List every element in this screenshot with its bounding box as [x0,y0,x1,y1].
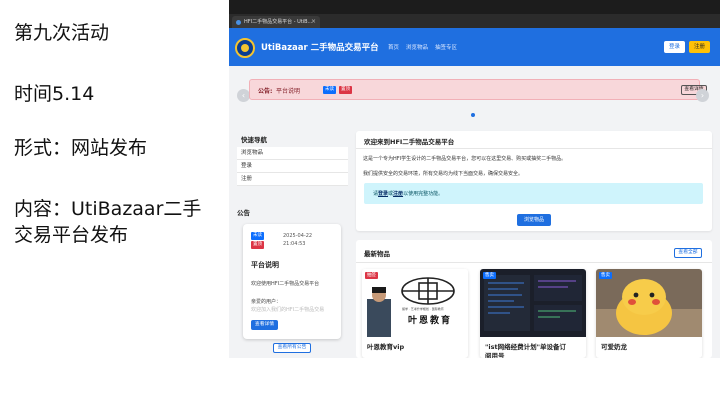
product-tag: 售卖 [599,272,612,279]
website-screenshot: HFI二手物品交易平台 - UtiB... × UtiBazaar 二手物品交易… [229,0,720,358]
notice-pinned-badge: 置顶 [251,241,264,249]
announcement-carousel: 公告: 平台说明 未读 置顶 查看详情 [249,79,707,100]
site-logo-icon[interactable] [235,38,255,58]
alert-register-link[interactable]: 注册 [393,191,403,197]
tab-title: HFI二手物品交易平台 - UtiB... [244,19,313,25]
latest-items-title: 最新物品 [364,250,390,258]
quick-nav-title: 快速导航 [241,136,267,144]
browser-chrome [229,0,720,14]
carousel-next-icon[interactable]: › [696,89,709,102]
notice-body-line: 欢迎加入我们的HFI二手物品交易 [251,307,325,313]
sidebar-item-register[interactable]: 注册 [237,173,348,186]
sidebar: 快速导航 浏览物品 登录 注册 [237,131,348,186]
nav-link-lottery[interactable]: 抽签专区 [435,43,457,51]
sidebar-item-browse[interactable]: 浏览物品 [237,147,348,160]
close-icon[interactable]: × [311,16,316,28]
product-logo-caption: 叶恩教育 [408,316,453,326]
notice-date: 2025-04-22 [283,233,313,239]
product-image [362,269,468,337]
welcome-paragraph: 这是一个专为HFI学生设计的二手物品交易平台，您可以在这里交易、购买或抽奖二手物… [363,156,567,162]
alert-login-link[interactable]: 登录 [378,191,388,197]
welcome-title: 欢迎来到HFI二手物品交易平台 [364,138,455,146]
register-button[interactable]: 注册 [689,41,710,53]
product-card[interactable]: 售卖 "ist网络经费计划"单设备订 阅用号 [480,269,586,358]
slide-text-panel: 第九次活动 时间5.14 形式：网站发布 内容：UtiBazaar二手交易平台发… [0,0,228,405]
slide-title: 第九次活动 [14,22,110,44]
carousel-indicator[interactable] [471,113,475,117]
product-image [596,269,702,337]
welcome-paragraph: 我们提供安全的交易环境，所有交易均为线下当面交易，确保交易安全。 [363,171,524,177]
site-navbar: UtiBazaar 二手物品交易平台 首页 浏览物品 抽签专区 登录 注册 [229,28,720,66]
product-card[interactable]: 售卖 可爱奶龙 [596,269,702,358]
login-prompt-alert: 请登录或注册以使用完整功能。 [364,183,703,204]
welcome-card: 欢迎来到HFI二手物品交易平台 这是一个专为HFI学生设计的二手物品交易平台，您… [356,131,712,231]
notice-body-line: 亲爱的用户： [251,299,282,305]
sidebar-item-login[interactable]: 登录 [237,160,348,173]
slide-form: 形式：网站发布 [14,137,148,159]
notice-unread-badge: 未读 [251,232,264,240]
nav-link-home[interactable]: 首页 [388,43,399,51]
login-button[interactable]: 登录 [664,41,685,53]
slide-content: 内容：UtiBazaar二手交易平台发布 [14,198,202,246]
notice-card: 未读 置顶 2025-04-22 21:04:53 平台说明 欢迎使用HFI二手… [243,224,341,339]
product-card[interactable]: 留学 · 艺考升学规划 · 国际教育 叶恩教育 抽签 叶恩教育vip [362,269,468,358]
latest-items-section: 最新物品 查看全部 留学 · 艺考升学规划 · 国际教育 叶恩教育 抽签 叶恩教… [356,240,712,358]
browser-tab[interactable]: HFI二手物品交易平台 - UtiB... × [232,16,320,28]
product-name[interactable]: 可爱奶龙 [601,341,701,351]
browse-items-button[interactable]: 浏览物品 [517,214,551,226]
notice-view-button[interactable]: 查看详情 [251,320,278,330]
carousel-title: 平台说明 [276,88,301,95]
product-image [480,269,586,337]
nav-link-browse[interactable]: 浏览物品 [406,43,428,51]
alert-text-post: 以使用完整功能。 [403,191,444,197]
alert-text: 请登录或注册以使用完整功能。 [373,190,443,197]
view-all-button[interactable]: 查看全部 [674,248,702,258]
notice-title: 平台说明 [251,261,279,269]
product-logo-caption-small: 留学 · 艺考升学规划 · 国际教育 [402,307,444,311]
carousel-label: 公告: [258,88,273,95]
product-tag: 售卖 [483,272,496,279]
site-brand[interactable]: UtiBazaar 二手物品交易平台 [261,41,379,53]
product-name-line2: 阅用号 [485,352,505,358]
notice-body-line: 欢迎使用HFI二手物品交易平台 [251,281,320,287]
slide-time: 时间5.14 [14,83,95,105]
divider [356,148,712,149]
nav-links: 首页 浏览物品 抽签专区 [388,43,457,51]
unread-badge: 未读 [323,86,336,94]
notice-section-title: 公告 [237,209,250,217]
all-notices-button[interactable]: 查看所有公告 [273,343,311,353]
notice-time: 21:04:53 [283,241,306,247]
favicon-icon [236,20,241,25]
product-tag: 抽签 [365,272,378,279]
divider [356,262,712,263]
product-name[interactable]: 叶恩教育vip [367,341,467,351]
pinned-badge: 置顶 [339,86,352,94]
browser-tabbar: HFI二手物品交易平台 - UtiB... × [229,14,720,28]
